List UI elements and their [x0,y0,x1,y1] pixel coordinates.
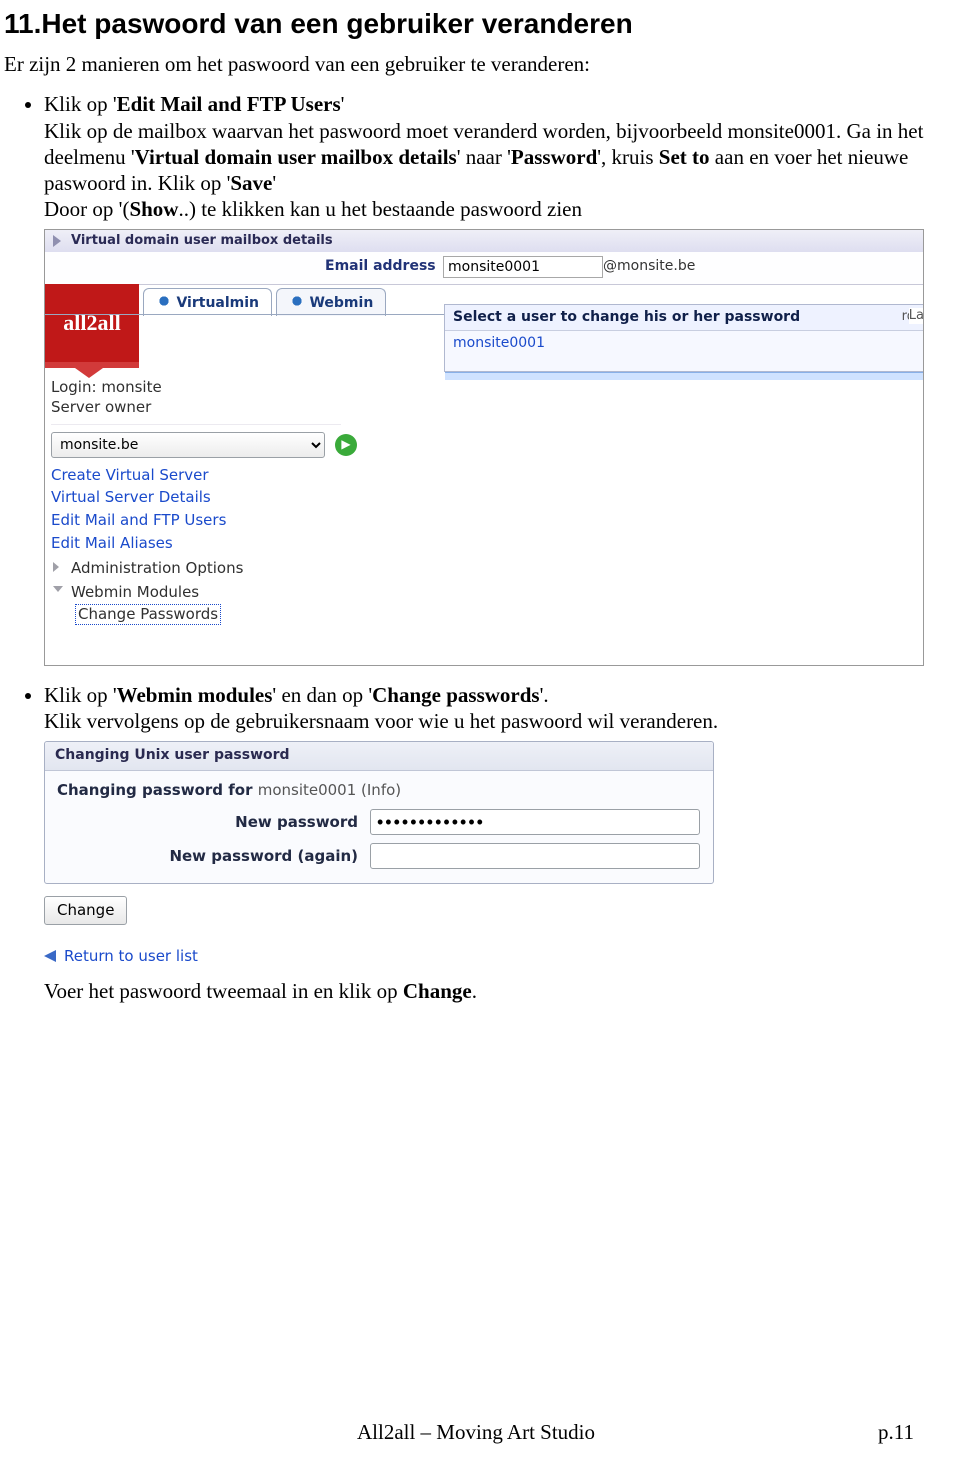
b1-t3c: ..) te klikken kan u het bestaande paswo… [178,197,582,221]
menu-edit-mail-aliases[interactable]: Edit Mail Aliases [51,532,351,555]
panel-bottom-bar [445,372,923,380]
col-la: La [909,308,924,324]
b2-t3c: . [472,979,477,1003]
gear-icon [156,293,172,309]
b2-t1a: Klik op ' [44,683,117,707]
menu-change-passwords[interactable]: Change Passwords [75,604,221,625]
screenshot-change-password: Changing Unix user password Changing pas… [44,740,714,966]
b1-bold-show: Show [129,197,178,221]
menu-virtual-server-details[interactable]: Virtual Server Details [51,486,351,509]
footer-page: p.11 [878,1419,914,1445]
intro-text: Er zijn 2 manieren om het paswoord van e… [4,51,948,77]
email-domain-text: @monsite.be [603,258,695,276]
b1-t2c: ' naar ' [457,145,511,169]
b1-t1c: ' [341,92,345,116]
return-link-label: Return to user list [64,947,198,966]
menu-webmin-label: Webmin Modules [71,583,199,601]
chevron-down-icon [53,586,63,592]
b1-bold-editmail: Edit Mail and FTP Users [117,92,341,116]
b2-bold-change: Change [403,979,472,1003]
bullet-2: Klik op 'Webmin modules' en dan op 'Chan… [44,682,948,1005]
panel-header[interactable]: Virtual domain user mailbox details [45,230,923,253]
menu-create-virtual-server[interactable]: Create Virtual Server [51,464,351,487]
b2-bold-changepw: Change passwords [372,683,539,707]
tab-webmin[interactable]: Webmin [276,288,386,317]
b1-bold-setto: Set to [659,145,710,169]
new-password-again-label: New password (again) [54,839,366,873]
b1-bold-vdmd: Virtual domain user mailbox details [135,145,457,169]
domain-select[interactable]: monsite.be [51,432,325,458]
b1-bold-save: Save [230,171,272,195]
changepw-username: monsite0001 (Info) [258,781,401,799]
section-heading: 11.Het paswoord van een gebruiker verand… [4,6,948,41]
b2-t1e: '. [540,683,549,707]
menu-admin-options[interactable]: Administration Options [51,555,351,580]
panel-title: Virtual domain user mailbox details [71,233,333,248]
tab-virtualmin[interactable]: Virtualmin [143,288,272,317]
new-password-input[interactable] [370,809,700,835]
collapse-icon[interactable] [53,235,61,247]
b1-t2i: ' [272,171,276,195]
email-address-input[interactable] [443,256,603,278]
b1-t3a: Door op '( [44,197,129,221]
b2-t3a: Voer het paswoord tweemaal in en klik op [44,979,403,1003]
user-select-panel: Select a user to change his or her passw… [444,304,923,372]
new-password-again-input[interactable] [370,843,700,869]
changepw-box-title: Changing Unix user password [45,742,713,771]
separator [51,424,341,425]
email-address-label: Email address [325,258,436,276]
back-arrow-icon [44,950,56,962]
user-select-header: Select a user to change his or her passw… [453,309,800,325]
login-label: Login: [51,378,97,396]
b1-bold-password: Password [511,145,597,169]
login-value: monsite [101,378,161,396]
tab-virtualmin-label: Virtualmin [176,295,259,311]
gear-icon [289,293,305,309]
footer-center: All2all – Moving Art Studio [357,1420,595,1444]
menu-edit-mail-ftp-users[interactable]: Edit Mail and FTP Users [51,509,351,532]
new-password-label: New password [54,805,366,839]
chevron-right-icon [53,562,59,572]
bullet-1: Klik op 'Edit Mail and FTP Users' Klik o… [44,91,948,665]
tab-webmin-label: Webmin [309,295,373,311]
b2-t2: Klik vervolgens op de gebruikersnaam voo… [44,709,718,733]
b1-t2e: ', kruis [597,145,659,169]
change-button[interactable]: Change [44,896,127,925]
changepw-sub-label: Changing password for [57,781,258,799]
return-link[interactable]: Return to user list [44,947,714,966]
b1-t1: Klik op ' [44,92,117,116]
user-row-monsite0001[interactable]: monsite0001 [445,331,923,357]
role-text: Server owner [51,398,151,417]
b2-bold-webmin: Webmin modules [117,683,273,707]
menu-admin-label: Administration Options [71,559,243,577]
reload-icon[interactable]: ▶ [335,434,357,456]
screenshot-virtualmin: Virtual domain user mailbox details Emai… [44,229,924,666]
b2-t1c: ' en dan op ' [272,683,372,707]
menu-webmin-modules[interactable]: Webmin Modules [51,579,351,604]
